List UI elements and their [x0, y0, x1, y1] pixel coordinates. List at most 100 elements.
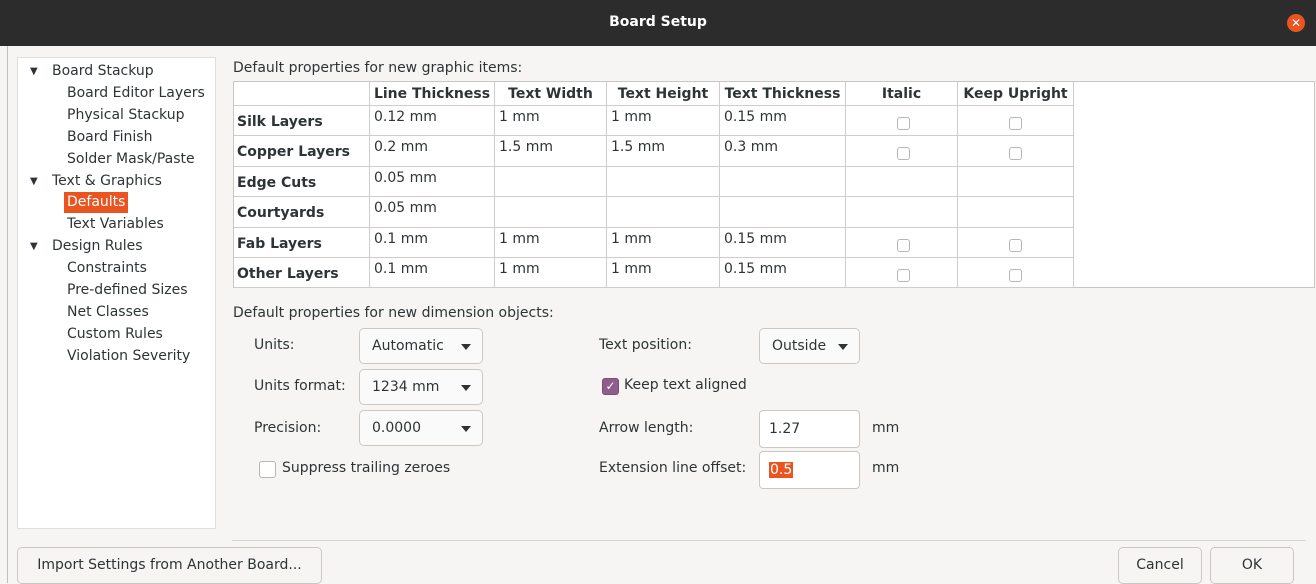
tree-item-constraints[interactable]: Constraints — [67, 258, 147, 279]
tree-item-board-stackup[interactable]: ▼ Board Stackup — [30, 61, 154, 82]
row-header: Courtyards — [234, 197, 370, 228]
italic-checkbox[interactable] — [897, 147, 910, 161]
text-position-dropdown[interactable]: Outside — [759, 328, 860, 364]
tree-item-label: Board Stackup — [52, 63, 154, 79]
row-header: Fab Layers — [234, 227, 370, 258]
tree-item-violation-severity[interactable]: Violation Severity — [67, 346, 190, 367]
dimensions-heading: Default properties for new dimension obj… — [233, 305, 554, 321]
cell-text-height[interactable]: 1 mm — [607, 227, 720, 258]
cell-text-height[interactable]: 1.5 mm — [607, 136, 720, 167]
chevron-down-icon — [461, 426, 471, 432]
tree-item-label: Violation Severity — [67, 347, 191, 364]
cell-line-thickness[interactable]: 0.12 mm — [370, 106, 495, 137]
text-position-value: Outside — [772, 338, 827, 354]
arrow-length-field[interactable]: 1.27 — [759, 410, 860, 448]
close-icon[interactable]: ✕ — [1287, 14, 1305, 32]
cell-text-width[interactable] — [495, 166, 607, 198]
cell-text-height[interactable] — [607, 197, 720, 228]
keep-upright-checkbox[interactable] — [1009, 117, 1022, 130]
cell-line-thickness[interactable]: 0.1 mm — [370, 258, 495, 289]
cell-line-thickness[interactable]: 0.2 mm — [370, 136, 495, 167]
tree-item-net-classes[interactable]: Net Classes — [67, 302, 149, 323]
keep-upright-checkbox[interactable] — [1009, 269, 1022, 282]
tree-item-design-rules[interactable]: ▼ Design Rules — [30, 236, 143, 257]
tree-item-label: Board Finish — [67, 128, 153, 145]
cell-italic — [846, 197, 958, 228]
tree-item-text-graphics[interactable]: ▼ Text & Graphics — [30, 171, 162, 192]
keep-upright-checkbox[interactable] — [1009, 238, 1022, 252]
units-label: Units: — [254, 337, 295, 353]
cell-text-height[interactable]: 1 mm — [607, 106, 720, 137]
cell-text-width[interactable] — [495, 197, 607, 228]
cell-text-thickness[interactable]: 0.15 mm — [720, 106, 846, 137]
extension-offset-unit: mm — [872, 460, 900, 476]
cell-text-width[interactable]: 1 mm — [495, 258, 607, 289]
units-value: Automatic — [372, 338, 444, 354]
graphics-heading: Default properties for new graphic items… — [233, 60, 523, 76]
tree-item-text-variables[interactable]: Text Variables — [67, 214, 164, 235]
ok-button[interactable]: OK — [1210, 547, 1294, 584]
column-header-text-thickness: Text Thickness — [720, 82, 846, 106]
cell-line-thickness[interactable]: 0.1 mm — [370, 227, 495, 258]
units-format-dropdown[interactable]: 1234 mm — [359, 369, 483, 405]
cell-text-thickness[interactable]: 0.15 mm — [720, 227, 846, 258]
expand-arrow-icon[interactable]: ▼ — [30, 171, 38, 192]
cell-text-height[interactable] — [607, 166, 720, 198]
import-settings-button[interactable]: Import Settings from Another Board... — [17, 547, 322, 584]
cell-text-thickness[interactable] — [720, 166, 846, 198]
grid-corner — [234, 82, 370, 106]
units-dropdown[interactable]: Automatic — [359, 328, 483, 364]
tree-item-label: Text & Graphics — [52, 172, 162, 189]
keep-aligned-label[interactable]: Keep text aligned — [624, 377, 747, 393]
cell-text-thickness[interactable] — [720, 197, 846, 228]
column-header-text-height: Text Height — [607, 82, 720, 106]
precision-dropdown[interactable]: 0.0000 — [359, 410, 483, 446]
tree-item-label: Net Classes — [67, 303, 149, 320]
cell-text-thickness[interactable]: 0.3 mm — [720, 136, 846, 167]
row-header: Edge Cuts — [234, 166, 370, 198]
cell-line-thickness[interactable]: 0.05 mm — [370, 197, 495, 228]
keep-aligned-checkbox[interactable]: ✓ — [602, 378, 619, 395]
cell-text-thickness[interactable]: 0.15 mm — [720, 258, 846, 289]
tree-item-physical-stackup[interactable]: Physical Stackup — [67, 105, 185, 126]
keep-upright-checkbox[interactable] — [1009, 147, 1022, 161]
italic-checkbox[interactable] — [897, 269, 910, 282]
italic-checkbox[interactable] — [897, 238, 910, 252]
cell-italic — [846, 227, 958, 258]
column-header-text-width: Text Width — [495, 82, 607, 106]
suppress-zeroes-label[interactable]: Suppress trailing zeroes — [282, 460, 450, 476]
cell-keep-upright — [958, 136, 1074, 167]
cancel-button[interactable]: Cancel — [1118, 547, 1202, 584]
tree-item-custom-rules[interactable]: Custom Rules — [67, 324, 163, 345]
extension-offset-field[interactable]: 0.5 — [759, 451, 860, 489]
tree-item-pre-defined-sizes[interactable]: Pre-defined Sizes — [67, 280, 187, 301]
suppress-zeroes-checkbox[interactable] — [259, 461, 276, 478]
expand-arrow-icon[interactable]: ▼ — [30, 236, 38, 257]
tree-item-label: Defaults — [67, 194, 126, 211]
chevron-down-icon — [838, 344, 848, 350]
tree-item-label: Solder Mask/Paste — [67, 150, 195, 167]
extension-offset-value: 0.5 — [769, 462, 794, 478]
tree-item-board-finish[interactable]: Board Finish — [67, 127, 152, 148]
tree-item-label: Design Rules — [52, 238, 143, 255]
row-header: Copper Layers — [234, 136, 370, 167]
extension-offset-label: Extension line offset: — [599, 460, 747, 476]
tree-item-solder-mask-paste[interactable]: Solder Mask/Paste — [67, 149, 195, 170]
cell-text-width[interactable]: 1 mm — [495, 227, 607, 258]
cell-text-height[interactable]: 1 mm — [607, 258, 720, 289]
graphics-defaults-grid: Line Thickness Text Width Text Height Text … — [233, 81, 1315, 289]
precision-label: Precision: — [254, 420, 322, 436]
italic-checkbox[interactable] — [897, 117, 910, 130]
tree-item-label: Custom Rules — [67, 325, 163, 342]
cell-italic — [846, 258, 958, 289]
cell-line-thickness[interactable]: 0.05 mm — [370, 166, 495, 198]
column-header-italic: Italic — [846, 82, 958, 106]
tree-item-board-editor-layers[interactable]: Board Editor Layers — [67, 83, 205, 104]
cell-text-width[interactable]: 1.5 mm — [495, 136, 607, 167]
cell-italic — [846, 136, 958, 167]
tree-item-defaults[interactable]: Defaults — [64, 192, 129, 214]
cell-text-width[interactable]: 1 mm — [495, 106, 607, 137]
expand-arrow-icon[interactable]: ▼ — [30, 61, 38, 82]
title-bar: Board Setup ✕ — [0, 0, 1316, 46]
footer-separator — [232, 540, 1306, 541]
